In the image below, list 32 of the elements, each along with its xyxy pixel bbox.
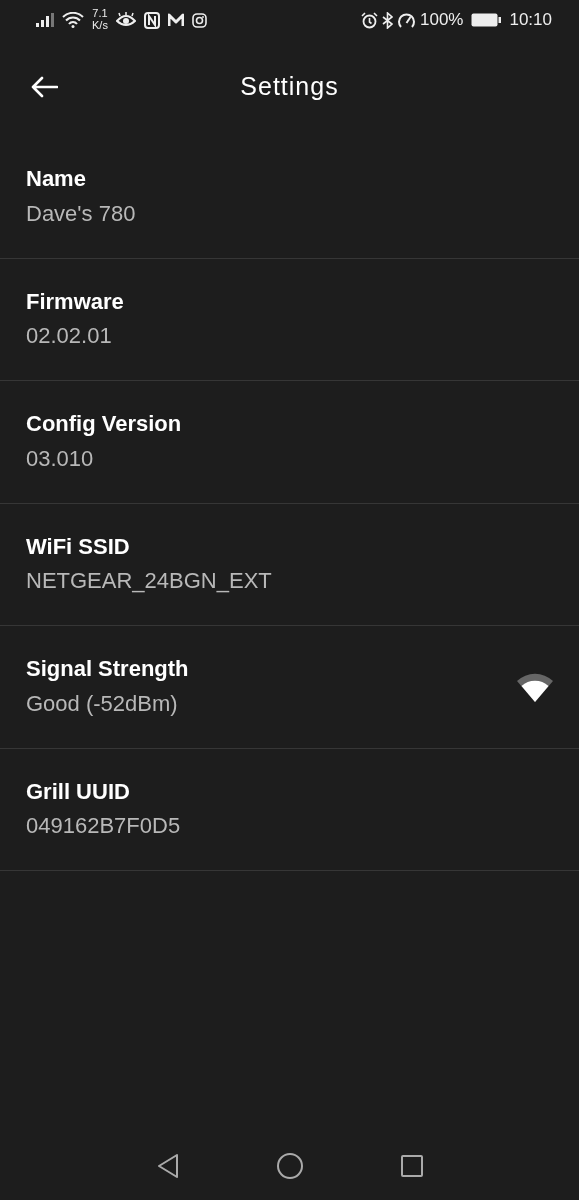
battery-percent: 100%: [419, 9, 464, 32]
setting-label: Firmware: [26, 287, 124, 316]
setting-value: Dave's 780: [26, 199, 136, 228]
app-notification-icon: [167, 13, 184, 27]
setting-value: Good (-52dBm): [26, 689, 179, 718]
nfc-icon: [143, 11, 160, 29]
speedometer-icon: [396, 11, 416, 29]
home-nav-icon[interactable]: [275, 1152, 304, 1180]
setting-value: 03.010: [26, 444, 95, 473]
eye-icon: [115, 12, 136, 28]
battery-icon: [471, 13, 502, 27]
alarm-icon: [360, 11, 378, 29]
setting-value: NETGEAR_24BGN_EXT: [26, 567, 272, 596]
setting-value: 02.02.01: [26, 322, 113, 351]
cell-signal-icon: [36, 13, 54, 27]
page-title: Settings: [240, 71, 339, 103]
setting-label: Name: [26, 165, 87, 194]
camera-app-icon: [191, 12, 207, 28]
clock-time: 10:10: [509, 9, 552, 32]
bluetooth-icon: [381, 11, 393, 29]
back-icon[interactable]: [30, 76, 58, 98]
wifi-icon: [62, 12, 84, 28]
setting-label: WiFi SSID: [26, 532, 131, 561]
speed-unit: K/s: [92, 20, 108, 32]
speed-value: 7.1: [92, 8, 108, 20]
recents-nav-icon[interactable]: [399, 1154, 424, 1178]
setting-value: 049162B7F0D5: [26, 812, 181, 841]
setting-label: Grill UUID: [26, 777, 131, 806]
back-nav-icon[interactable]: [155, 1153, 180, 1179]
wifi-signal-icon: [517, 671, 553, 702]
setting-label: Config Version: [26, 410, 182, 439]
setting-label: Signal Strength: [26, 655, 189, 684]
